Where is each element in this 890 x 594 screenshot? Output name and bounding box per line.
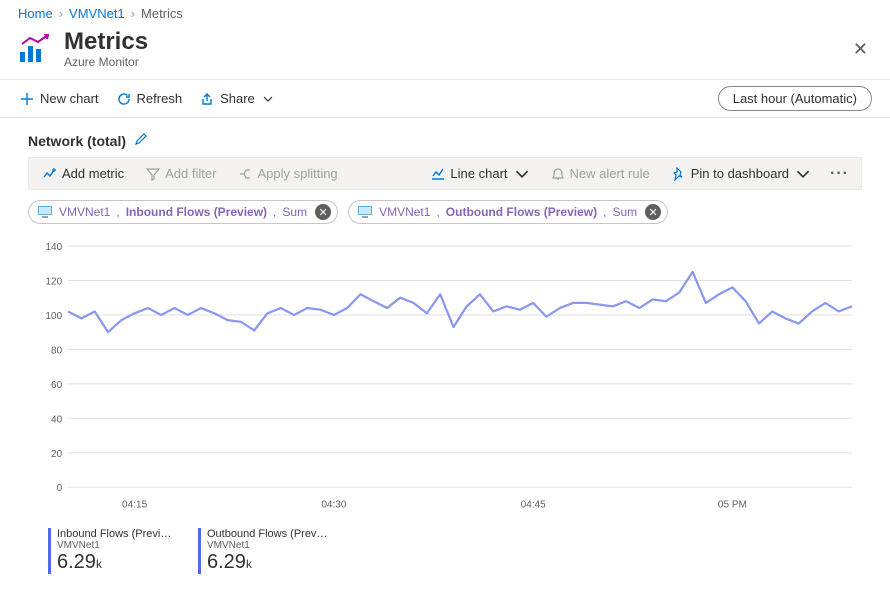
svg-text:100: 100 xyxy=(45,311,62,322)
breadcrumb-sep-icon: › xyxy=(59,6,63,21)
new-chart-label: New chart xyxy=(40,91,99,106)
add-metric-button[interactable]: Add metric xyxy=(37,162,130,185)
vm-icon xyxy=(37,205,53,219)
chevron-down-icon xyxy=(263,94,273,104)
svg-text:60: 60 xyxy=(51,380,63,391)
pin-dashboard-label: Pin to dashboard xyxy=(691,166,789,181)
vm-icon xyxy=(357,205,373,219)
new-alert-rule-button[interactable]: New alert rule xyxy=(545,162,656,185)
legend-card-outbound[interactable]: Outbound Flows (Prev… VMVNet1 6.29k xyxy=(198,528,328,574)
title-row: Metrics Azure Monitor ✕ xyxy=(0,27,890,79)
section-title: Network (total) xyxy=(28,133,126,149)
chip-resource: VMVNet1 xyxy=(59,205,110,219)
chip-metric: Outbound Flows (Preview) xyxy=(446,205,597,219)
svg-text:04:15: 04:15 xyxy=(122,500,148,511)
svg-text:04:30: 04:30 xyxy=(321,500,347,511)
svg-text:20: 20 xyxy=(51,449,63,460)
share-button[interactable]: Share xyxy=(198,87,275,110)
line-chart[interactable]: 0 20 40 60 80 100 120 140 04:15 04:30 04:45 05 PM xyxy=(28,236,862,517)
chip-agg: Sum xyxy=(282,205,307,219)
share-icon xyxy=(200,92,214,106)
pencil-icon xyxy=(134,132,148,146)
command-bar: New chart Refresh Share Last hour (Autom… xyxy=(0,79,890,118)
chip-metric: Inbound Flows (Preview) xyxy=(126,205,267,219)
legend-title: Inbound Flows (Previ… xyxy=(57,528,178,540)
chip-resource: VMVNet1 xyxy=(379,205,430,219)
svg-text:140: 140 xyxy=(45,242,62,253)
alert-icon xyxy=(551,167,565,181)
metrics-icon xyxy=(18,34,52,64)
legend-value: 6.29k xyxy=(207,551,328,574)
add-metric-label: Add metric xyxy=(62,166,124,181)
more-actions-button[interactable]: ··· xyxy=(826,165,853,183)
metric-chips: VMVNet1, Inbound Flows (Preview), Sum ✕ … xyxy=(0,190,890,230)
legend-sub: VMVNet1 xyxy=(207,540,328,551)
new-alert-rule-label: New alert rule xyxy=(570,166,650,181)
svg-text:0: 0 xyxy=(57,484,63,495)
chart-area: 0 20 40 60 80 100 120 140 04:15 04:30 04:45 05 PM xyxy=(28,236,862,517)
svg-text:80: 80 xyxy=(51,346,63,357)
chart-type-label: Line chart xyxy=(450,166,507,181)
legend-card-inbound[interactable]: Inbound Flows (Previ… VMVNet1 6.29k xyxy=(48,528,178,574)
svg-text:120: 120 xyxy=(45,277,62,288)
line-chart-icon xyxy=(431,167,445,181)
chevron-down-icon xyxy=(515,167,529,181)
chart-toolbar: Add metric Add filter Apply splitting Li… xyxy=(28,157,862,190)
plus-icon xyxy=(20,92,34,106)
new-chart-button[interactable]: New chart xyxy=(18,87,101,110)
page-title: Metrics xyxy=(64,29,148,55)
svg-text:40: 40 xyxy=(51,415,63,426)
legend-sub: VMVNet1 xyxy=(57,540,178,551)
apply-splitting-button[interactable]: Apply splitting xyxy=(232,162,343,185)
apply-splitting-label: Apply splitting xyxy=(257,166,337,181)
time-range-button[interactable]: Last hour (Automatic) xyxy=(718,86,872,111)
pin-icon xyxy=(672,167,686,181)
metric-chip-outbound[interactable]: VMVNet1, Outbound Flows (Preview), Sum ✕ xyxy=(348,200,668,224)
add-filter-label: Add filter xyxy=(165,166,216,181)
breadcrumb-home[interactable]: Home xyxy=(18,6,53,21)
legend-title: Outbound Flows (Prev… xyxy=(207,528,328,540)
close-icon[interactable]: ✕ xyxy=(849,35,872,64)
refresh-button[interactable]: Refresh xyxy=(115,87,185,110)
breadcrumb-level1[interactable]: VMVNet1 xyxy=(69,6,125,21)
split-icon xyxy=(238,167,252,181)
titles: Metrics Azure Monitor xyxy=(64,29,148,69)
chevron-down-icon xyxy=(796,167,810,181)
chip-remove-button[interactable]: ✕ xyxy=(315,204,331,220)
refresh-icon xyxy=(117,92,131,106)
add-filter-button[interactable]: Add filter xyxy=(140,162,222,185)
chip-remove-button[interactable]: ✕ xyxy=(645,204,661,220)
refresh-label: Refresh xyxy=(137,91,183,106)
breadcrumb: Home › VMVNet1 › Metrics xyxy=(0,0,890,27)
page-subtitle: Azure Monitor xyxy=(64,55,148,69)
legend: Inbound Flows (Previ… VMVNet1 6.29k Outb… xyxy=(0,526,890,594)
metric-chip-inbound[interactable]: VMVNet1, Inbound Flows (Preview), Sum ✕ xyxy=(28,200,338,224)
section-header: Network (total) xyxy=(0,118,890,157)
chart-type-button[interactable]: Line chart xyxy=(425,162,534,185)
breadcrumb-sep-icon: › xyxy=(131,6,135,21)
svg-text:05 PM: 05 PM xyxy=(718,500,747,511)
filter-icon xyxy=(146,167,160,181)
legend-value: 6.29k xyxy=(57,551,178,574)
pin-dashboard-button[interactable]: Pin to dashboard xyxy=(666,162,816,185)
breadcrumb-current: Metrics xyxy=(141,6,183,21)
svg-text:04:45: 04:45 xyxy=(521,500,547,511)
chip-agg: Sum xyxy=(612,205,637,219)
sparkline-plus-icon xyxy=(43,167,57,181)
share-label: Share xyxy=(220,91,255,106)
edit-title-button[interactable] xyxy=(134,132,148,149)
